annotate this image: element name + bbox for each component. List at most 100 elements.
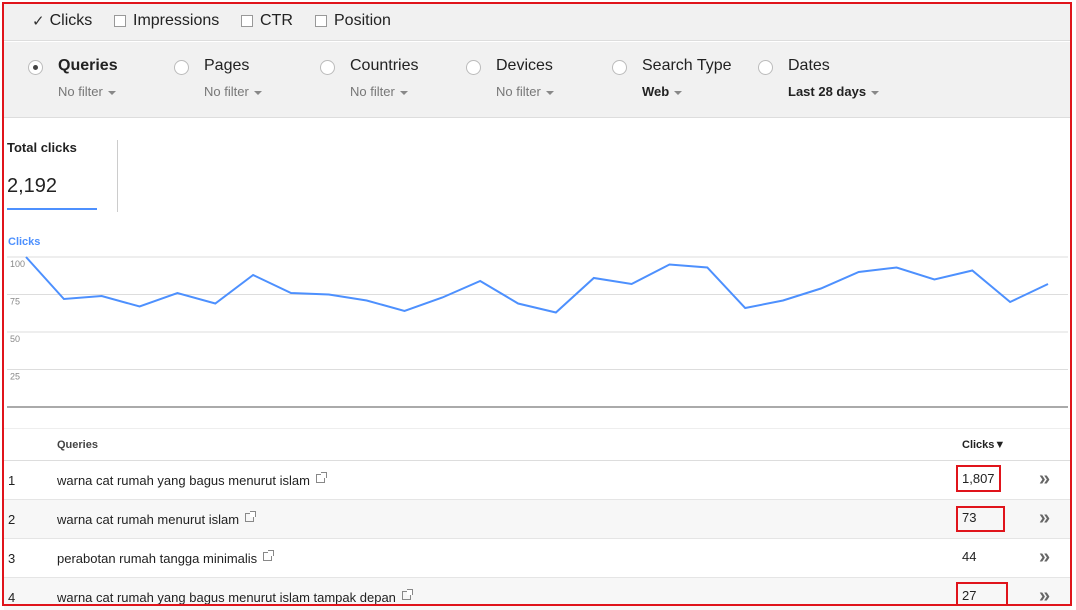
expand-icon[interactable]: » [1039, 585, 1050, 608]
expand-icon[interactable]: » [1039, 468, 1050, 491]
column-clicks[interactable]: Clicks▼ [962, 439, 1005, 451]
data-point[interactable] [515, 301, 521, 307]
data-point[interactable] [212, 301, 218, 307]
metric-position[interactable]: Position [315, 12, 391, 30]
row-clicks: 1,807 [962, 471, 995, 486]
metric-impressions[interactable]: Impressions [114, 12, 219, 30]
table-row[interactable]: 4 warna cat rumah yang bagus menurut isl… [4, 578, 1070, 610]
external-link-icon[interactable] [315, 472, 327, 483]
dimension-filter[interactable]: No filter [496, 84, 554, 99]
data-point[interactable] [818, 286, 824, 292]
caret-down-icon [399, 90, 408, 95]
chart-legend: Clicks [8, 236, 41, 248]
data-point[interactable] [894, 265, 900, 271]
radio-icon[interactable] [320, 60, 335, 75]
data-point[interactable] [591, 275, 597, 281]
metric-clicks-label: Clicks [49, 12, 93, 29]
table-row[interactable]: 3 perabotan rumah tangga minimalis 44 » [4, 539, 1070, 578]
data-point[interactable] [553, 310, 559, 316]
dimension-label: Pages [204, 57, 250, 74]
total-clicks-indicator [7, 208, 97, 210]
clicks-chart: 100 75 50 25 [0, 250, 1076, 410]
caret-down-icon [674, 90, 683, 95]
total-clicks-card[interactable]: Total clicks 2,192 [7, 140, 119, 212]
data-point[interactable] [931, 277, 937, 283]
data-point[interactable] [250, 272, 256, 278]
y-tick-label: 75 [10, 297, 20, 307]
column-queries[interactable]: Queries [57, 439, 98, 451]
metric-ctr[interactable]: CTR [241, 12, 293, 30]
total-clicks-value: 2,192 [7, 175, 58, 197]
expand-icon[interactable]: » [1039, 507, 1050, 530]
data-point[interactable] [704, 265, 710, 271]
table-row[interactable]: 1 warna cat rumah yang bagus menurut isl… [4, 461, 1070, 500]
data-point[interactable] [137, 304, 143, 310]
row-number: 3 [8, 551, 16, 566]
check-icon: ✓ [32, 13, 45, 30]
data-point[interactable] [477, 278, 483, 284]
dimension-label: Search Type [642, 57, 732, 74]
external-link-icon[interactable] [245, 511, 257, 522]
dimension-label: Countries [350, 57, 419, 74]
data-point[interactable] [780, 298, 786, 304]
data-point[interactable] [742, 305, 748, 311]
row-number: 4 [8, 590, 16, 605]
dimension-label: Dates [788, 57, 830, 74]
query-link[interactable]: warna cat rumah menurut islam [57, 511, 257, 527]
external-link-icon[interactable] [401, 589, 413, 600]
row-clicks: 73 [962, 510, 977, 525]
radio-icon[interactable] [174, 60, 189, 75]
radio-selected-icon[interactable] [28, 60, 43, 75]
radio-icon[interactable] [612, 60, 627, 75]
external-link-icon[interactable] [263, 550, 275, 561]
metric-clicks[interactable]: ✓ Clicks [32, 12, 92, 30]
row-number: 2 [8, 512, 16, 527]
dimension-filter[interactable]: No filter [204, 84, 262, 99]
caret-down-icon [253, 90, 262, 95]
row-number: 1 [8, 473, 16, 488]
dimension-filter[interactable]: Last 28 days [788, 84, 880, 99]
data-point[interactable] [667, 262, 673, 268]
checkbox-icon [315, 15, 327, 27]
dimension-filter[interactable]: No filter [58, 84, 116, 99]
data-point[interactable] [856, 269, 862, 275]
data-point[interactable] [23, 254, 29, 260]
data-point[interactable] [61, 296, 67, 302]
checkbox-icon [114, 15, 126, 27]
y-tick-label: 100 [10, 259, 25, 269]
row-clicks: 44 [962, 549, 977, 564]
checkbox-icon [241, 15, 253, 27]
data-point[interactable] [288, 290, 294, 296]
data-point[interactable] [364, 298, 370, 304]
data-point[interactable] [326, 292, 332, 298]
caret-down-icon [871, 90, 880, 95]
radio-icon[interactable] [758, 60, 773, 75]
query-link[interactable]: warna cat rumah yang bagus menurut islam [57, 472, 327, 488]
data-point[interactable] [439, 295, 445, 301]
data-point[interactable] [969, 268, 975, 274]
query-link[interactable]: warna cat rumah yang bagus menurut islam… [57, 589, 413, 605]
total-clicks-label: Total clicks [7, 140, 77, 155]
data-point[interactable] [402, 308, 408, 314]
metrics-bar: ✓ Clicks Impressions CTR Position [4, 4, 1070, 41]
query-link[interactable]: perabotan rumah tangga minimalis [57, 550, 275, 566]
metric-ctr-label: CTR [260, 12, 293, 29]
data-point[interactable] [1007, 299, 1013, 305]
dimension-label: Queries [58, 57, 118, 74]
table-row[interactable]: 2 warna cat rumah menurut islam 73 » [4, 500, 1070, 539]
dimensions-bar: Queries No filter Pages No filter Countr… [4, 42, 1070, 118]
radio-icon[interactable] [466, 60, 481, 75]
data-point[interactable] [174, 290, 180, 296]
data-point[interactable] [629, 281, 635, 287]
caret-down-icon [107, 90, 116, 95]
caret-down-icon [545, 90, 554, 95]
chart-svg: 100 75 50 25 [7, 254, 1068, 408]
data-point[interactable] [99, 293, 105, 299]
metric-impressions-label: Impressions [133, 12, 220, 29]
data-point[interactable] [1045, 281, 1051, 287]
dimension-filter[interactable]: No filter [350, 84, 408, 99]
y-tick-label: 50 [10, 334, 20, 344]
dimension-label: Devices [496, 57, 553, 74]
expand-icon[interactable]: » [1039, 546, 1050, 569]
dimension-filter[interactable]: Web [642, 84, 683, 99]
